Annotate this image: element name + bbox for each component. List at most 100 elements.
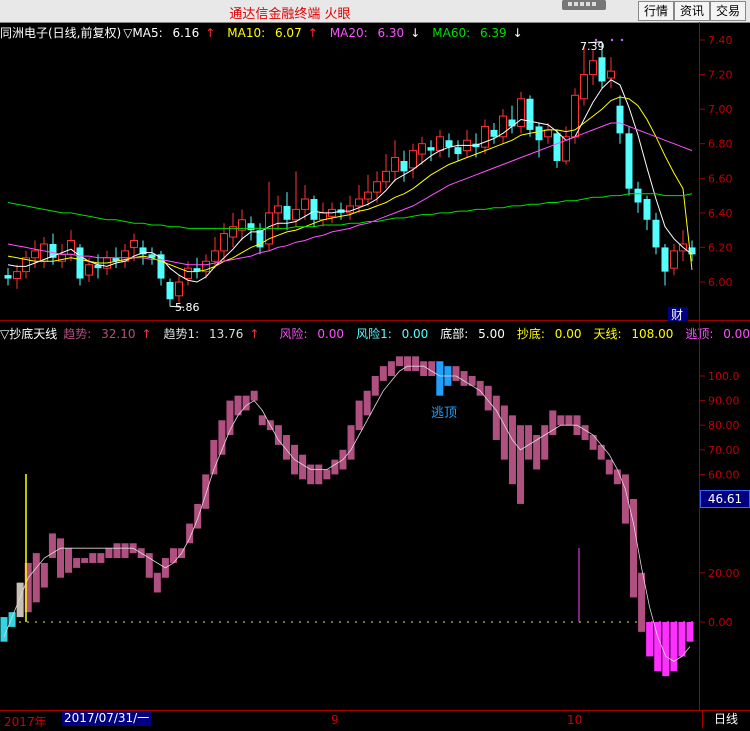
indicator-bar <box>250 390 258 401</box>
indicator-bar <box>436 361 444 396</box>
zero-line-dot <box>483 621 485 623</box>
zero-line-dot <box>227 621 229 623</box>
indicator-bar <box>395 356 403 367</box>
indicator-bar <box>404 356 412 372</box>
indicator-bar <box>428 361 436 376</box>
zero-line-dot <box>459 621 461 623</box>
candle-body <box>517 98 525 127</box>
indicator-bar <box>40 562 48 588</box>
indicator-bar <box>89 553 97 563</box>
price-tick-label: 6.60 <box>708 172 733 185</box>
zero-line-dot <box>163 621 165 623</box>
indicator-bar <box>32 553 40 603</box>
indicator-tick-label: 0.00 <box>708 616 733 629</box>
candle-body <box>211 250 219 262</box>
zero-line-dot <box>619 621 621 623</box>
candle-body <box>13 271 21 280</box>
zero-line-dot <box>611 621 613 623</box>
zero-line-dot <box>179 621 181 623</box>
zero-line-dot <box>347 621 349 623</box>
zero-line-dot <box>27 621 29 623</box>
zero-line-dot <box>251 621 253 623</box>
zero-line-dot <box>291 621 293 623</box>
candle-body <box>427 147 435 151</box>
candle-body <box>436 136 444 152</box>
finance-tag[interactable]: 财 <box>671 308 683 322</box>
zero-line-dot <box>299 621 301 623</box>
candle-body <box>283 205 291 220</box>
candle-body <box>310 199 318 220</box>
zero-line-dot <box>419 621 421 623</box>
indicator-bar <box>662 622 670 677</box>
indicator-bar <box>605 459 613 475</box>
candle-body <box>544 129 552 138</box>
indicator-bar <box>420 361 428 376</box>
zero-line-dot <box>283 621 285 623</box>
zero-line-dot <box>99 621 101 623</box>
zero-line-dot <box>395 621 397 623</box>
indicator-bar <box>686 622 694 642</box>
zero-line-dot <box>131 621 133 623</box>
kline-chart[interactable]: 7.40 7.20 7.00 6.80 6.60 6.40 6.20 6.00 100.0 90… <box>0 0 750 710</box>
zero-line-dot <box>195 621 197 623</box>
price-tick-label: 7.20 <box>708 69 733 82</box>
zero-line-dot <box>19 621 21 623</box>
zero-line-dot <box>363 621 365 623</box>
indicator-bar <box>56 538 64 578</box>
candle-body <box>130 240 138 248</box>
indicator-bar <box>517 425 525 504</box>
signal-dot <box>610 38 614 42</box>
zero-line-dot <box>43 621 45 623</box>
ma20-line <box>7 122 693 266</box>
indicator-bar <box>412 356 420 372</box>
zero-line-dot <box>547 621 549 623</box>
price-tick-label: 7.00 <box>708 103 733 116</box>
price-axis: 7.40 7.20 7.00 6.80 6.60 6.40 6.20 6.00 <box>700 34 733 289</box>
indicator-bar <box>541 425 549 460</box>
zero-line-dot <box>563 621 565 623</box>
candle-body <box>319 212 327 221</box>
time-axis: 2017年 2017/07/31/一 9 10 日线 <box>0 710 750 731</box>
zero-line-dot <box>555 621 557 623</box>
current-value-badge: 46.61 <box>700 490 750 508</box>
indicator-bar <box>452 366 460 381</box>
indicator-bar <box>121 543 129 559</box>
low-price-label: 5.86 <box>175 301 200 314</box>
zero-line-dot <box>523 621 525 623</box>
zero-line-dot <box>371 621 373 623</box>
candle-body <box>400 161 408 172</box>
indicator-bar <box>565 415 573 426</box>
indicator-bar <box>315 464 323 485</box>
indicator-tick-label: 20.00 <box>708 567 740 580</box>
candle-body <box>616 105 624 134</box>
indicator-tick-label: 90.00 <box>708 395 740 408</box>
period-selector[interactable]: 日线 <box>702 711 749 728</box>
candle-body <box>301 198 309 210</box>
zero-line-dot <box>387 621 389 623</box>
indicator-bar <box>97 553 105 563</box>
zero-line-dot <box>603 621 605 623</box>
price-tick-label: 6.80 <box>708 138 733 151</box>
candle-body <box>292 208 300 221</box>
zero-line-dot <box>451 621 453 623</box>
indicator-bar <box>589 435 597 450</box>
zero-line-dot <box>491 621 493 623</box>
zero-line-dot <box>595 621 597 623</box>
indicator-bar <box>331 459 339 475</box>
candle-body <box>76 247 84 279</box>
price-tick-label: 6.00 <box>708 276 733 289</box>
indicator-bar <box>258 415 266 426</box>
indicator-bar <box>460 371 468 386</box>
indicator-bar <box>371 376 379 396</box>
trend1-line <box>3 365 691 662</box>
zero-line-dot <box>515 621 517 623</box>
indicator-bar <box>508 415 516 485</box>
zero-line-dot <box>531 621 533 623</box>
indicator-tick-label: 80.00 <box>708 419 740 432</box>
zero-line-dot <box>467 621 469 623</box>
price-panel <box>4 38 696 308</box>
indicator-bar <box>387 361 395 376</box>
zero-line-dot <box>211 621 213 623</box>
zero-line-dot <box>107 621 109 623</box>
zero-line-dot <box>147 621 149 623</box>
